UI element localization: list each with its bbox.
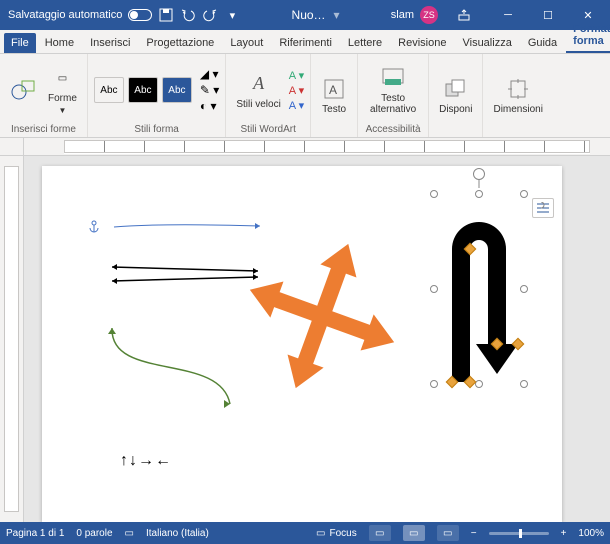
tab-mailings[interactable]: Lettere — [341, 33, 389, 53]
shape-orange-quad-arrow[interactable] — [242, 236, 402, 396]
size-button[interactable]: Dimensioni — [489, 74, 546, 117]
tab-layout[interactable]: Layout — [223, 33, 270, 53]
shape-effects-icon[interactable]: ◐ ▾ — [200, 99, 219, 113]
shapes-dropdown[interactable]: ▭ Forme ▼ — [44, 63, 81, 117]
shape-style-3[interactable]: Abc — [162, 77, 192, 103]
workspace: ↑↓→← — [0, 156, 610, 522]
tab-review[interactable]: Revisione — [391, 33, 453, 53]
shape-outline-icon[interactable]: ✎ ▾ — [200, 83, 219, 97]
text-effects-icon[interactable]: A ▾ — [289, 99, 304, 112]
status-spellcheck-icon[interactable]: ▭ — [125, 528, 134, 539]
zoom-level[interactable]: 100% — [578, 528, 604, 539]
username: slam — [391, 9, 414, 21]
tab-references[interactable]: Riferimenti — [272, 33, 339, 53]
document-page[interactable]: ↑↓→← — [42, 166, 562, 522]
status-focus[interactable]: ▭ Focus — [316, 528, 357, 539]
wordart-quick-styles[interactable]: A Stili veloci — [232, 69, 284, 112]
tab-view[interactable]: Visualizza — [455, 33, 518, 53]
document-title: Nuo… — [292, 8, 326, 22]
shape-fill-icon[interactable]: ◢ ▾ — [200, 67, 219, 81]
tab-shape-format[interactable]: Formato forma — [566, 19, 610, 53]
rotate-handle[interactable] — [473, 168, 485, 180]
status-language[interactable]: Italiano (Italia) — [146, 528, 209, 539]
status-bar: Pagina 1 di 1 0 parole ▭ Italiano (Itali… — [0, 522, 610, 544]
group-wordart-styles: Stili WordArt — [232, 124, 304, 137]
ribbon-tabs: File Home Inserisci Progettazione Layout… — [0, 30, 610, 54]
ruler-horizontal[interactable] — [0, 138, 610, 156]
save-icon[interactable] — [158, 7, 174, 23]
shape-style-2[interactable]: Abc — [128, 77, 158, 103]
shape-double-arrows[interactable] — [108, 262, 263, 286]
shape-arrow-glyphs[interactable]: ↑↓→← — [120, 452, 172, 470]
zoom-slider[interactable] — [489, 532, 549, 535]
status-page[interactable]: Pagina 1 di 1 — [6, 528, 64, 539]
text-button[interactable]: A Testo — [317, 74, 351, 117]
title-bar: Salvataggio automatico ▾ Nuo… ▾ slam ZS … — [0, 0, 610, 30]
status-word-count[interactable]: 0 parole — [76, 528, 112, 539]
zoom-in-button[interactable]: + — [561, 528, 567, 539]
anchor-icon — [88, 220, 100, 234]
svg-text:A: A — [329, 83, 337, 97]
group-insert-shapes: Inserisci forme — [6, 124, 81, 137]
insert-shapes-gallery[interactable] — [6, 75, 40, 105]
group-shape-styles: Stili forma — [94, 124, 219, 137]
ribbon: ▭ Forme ▼ Inserisci forme Abc Abc Abc ◢ … — [0, 54, 610, 138]
tab-help[interactable]: Guida — [521, 33, 564, 53]
tab-file[interactable]: File — [4, 33, 36, 53]
shape-uturn-selected[interactable] — [434, 194, 524, 384]
redo-icon[interactable] — [202, 7, 218, 23]
arrange-button[interactable]: Disponi — [435, 74, 476, 117]
layout-options-button[interactable] — [532, 198, 554, 218]
view-print-layout[interactable]: ▭ — [403, 525, 425, 541]
group-accessibility: Accessibilità — [364, 124, 422, 137]
autosave-toggle[interactable] — [128, 9, 152, 21]
shape-blue-arrow-line[interactable] — [112, 219, 262, 233]
shape-green-curve[interactable] — [100, 322, 240, 412]
ribbon-display-icon[interactable] — [444, 0, 484, 30]
shape-style-1[interactable]: Abc — [94, 77, 124, 103]
text-fill-icon[interactable]: A ▾ — [289, 69, 304, 82]
undo-icon[interactable] — [180, 7, 196, 23]
text-outline-icon[interactable]: A ▾ — [289, 84, 304, 97]
document-scroll-area[interactable]: ↑↓→← — [24, 156, 610, 522]
autosave-label: Salvataggio automatico — [8, 9, 122, 21]
minimize-button[interactable]: ─ — [488, 0, 528, 30]
view-read-mode[interactable]: ▭ — [369, 525, 391, 541]
view-web-layout[interactable]: ▭ — [437, 525, 459, 541]
tab-design[interactable]: Progettazione — [139, 33, 221, 53]
qat-customize-icon[interactable]: ▾ — [224, 7, 240, 23]
tab-insert[interactable]: Inserisci — [83, 33, 137, 53]
maximize-button[interactable]: ☐ — [528, 0, 568, 30]
tab-home[interactable]: Home — [38, 33, 81, 53]
user-avatar[interactable]: ZS — [420, 6, 438, 24]
zoom-out-button[interactable]: − — [471, 528, 477, 539]
alt-text-button[interactable]: Testo alternativo — [364, 63, 422, 117]
ruler-vertical[interactable] — [0, 156, 24, 522]
